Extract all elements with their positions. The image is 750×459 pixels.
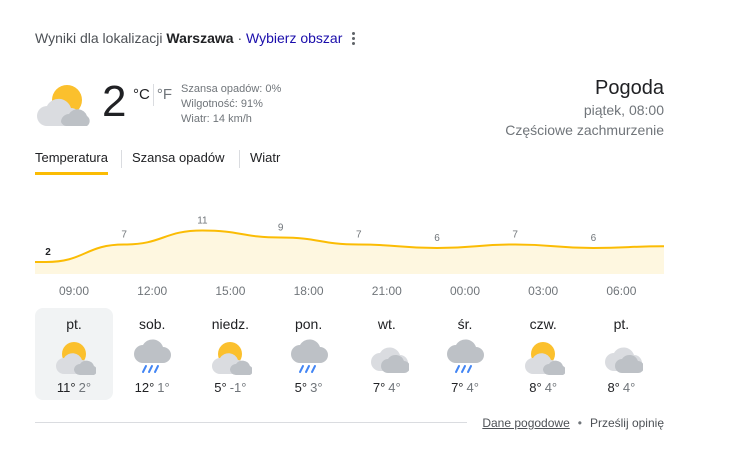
more-options-icon[interactable] xyxy=(346,30,360,48)
weather-title: Pogoda xyxy=(595,77,664,99)
partly-cloudy-icon xyxy=(37,85,90,126)
location-name: Warszawa xyxy=(166,30,234,46)
rain-icon xyxy=(447,339,484,373)
forecast-high: 7° xyxy=(372,380,386,395)
hour-tick-label: 09:00 xyxy=(58,284,90,298)
forecast-day[interactable]: pt. 8° 4° xyxy=(582,308,660,400)
forecast-day-name: pt. xyxy=(613,316,630,332)
chart-value-label: 7 xyxy=(512,230,518,241)
partly-cloudy-icon xyxy=(525,342,566,376)
humidity: Wilgotność: 91% xyxy=(181,98,263,110)
forecast-day[interactable]: czw. 8° 4° xyxy=(504,308,582,400)
forecast-day[interactable]: sob. 12° 1° xyxy=(113,308,191,400)
weather-datetime: piątek, 08:00 xyxy=(583,102,664,118)
forecast-day-name: czw. xyxy=(529,316,557,332)
forecast-high: 5° xyxy=(214,380,227,395)
location-separator: · xyxy=(237,30,243,46)
temperature-chart: 2 7 11 9 7 6 7 6 xyxy=(35,216,664,274)
forecast-day[interactable]: śr. 7° 4° xyxy=(426,308,504,400)
weather-data-link[interactable]: Dane pogodowe xyxy=(482,416,569,430)
current-details: Szansa opadów: 0% Wilgotność: 91% Wiatr:… xyxy=(181,82,281,127)
chart-value-label: 9 xyxy=(278,223,284,234)
forecast-low: 1° xyxy=(157,380,170,395)
forecast-low: -1° xyxy=(229,380,247,395)
forecast-temps: 11° 2° xyxy=(35,380,113,395)
forecast-temps: 8° 4° xyxy=(504,380,582,395)
forecast-low: 2° xyxy=(78,380,92,395)
forecast-day-name: śr. xyxy=(457,316,473,332)
unit-celsius[interactable]: °C xyxy=(133,86,150,103)
forecast-low: 4° xyxy=(388,380,401,395)
hour-tick-label: 21:00 xyxy=(371,284,402,298)
choose-area-link[interactable]: Wybierz obszar xyxy=(246,30,342,46)
hour-tick-label: 15:00 xyxy=(215,284,246,298)
tab-wind[interactable]: Wiatr xyxy=(250,150,280,165)
footer-divider xyxy=(35,422,467,423)
precipitation-chance: Szansa opadów: 0% xyxy=(181,83,282,95)
forecast-high: 12° xyxy=(134,380,155,395)
footer-separator: • xyxy=(577,416,582,430)
tab-divider xyxy=(239,150,240,168)
forecast-day-name: pon. xyxy=(294,316,323,332)
tab-precipitation[interactable]: Szansa opadów xyxy=(132,150,225,165)
forecast-temps: 5° 3° xyxy=(270,380,348,395)
tab-divider xyxy=(121,150,122,168)
weather-condition: Częściowe zachmurzenie xyxy=(505,122,664,138)
forecast-day-name: pt. xyxy=(66,316,82,332)
hour-axis: 09:00 12:00 15:00 18:00 21:00 00:00 03:00 06:00 xyxy=(35,284,664,300)
cloudy-icon xyxy=(370,347,409,373)
forecast-day-name: sob. xyxy=(138,316,166,332)
footer: Dane pogodowe • Prześlij opinię xyxy=(482,416,664,430)
unit-switch: °C °F xyxy=(133,84,172,106)
partly-cloudy-icon xyxy=(212,342,253,376)
forecast-day-name: wt. xyxy=(377,316,396,332)
daily-forecast: pt. 11° 2° sob. 12° 1° niedz. 5° -1° pon. 5° 3° wt. 7… xyxy=(35,308,664,400)
forecast-day[interactable]: pon. 5° 3° xyxy=(270,308,348,400)
forecast-temps: 8° 4° xyxy=(582,380,660,395)
hour-tick-label: 12:00 xyxy=(137,284,168,298)
forecast-temps: 5° -1° xyxy=(191,380,269,395)
forecast-temps: 12° 1° xyxy=(113,380,191,395)
rain-icon xyxy=(134,339,172,373)
hour-tick-label: 00:00 xyxy=(449,284,481,298)
forecast-day[interactable]: pt. 11° 2° xyxy=(35,308,113,400)
unit-divider xyxy=(152,84,154,106)
chart-value-label: 6 xyxy=(434,233,440,244)
forecast-high: 7° xyxy=(451,380,464,395)
chart-area xyxy=(35,230,664,274)
forecast-low: 4° xyxy=(466,380,479,395)
current-temperature: 2 xyxy=(102,77,127,126)
forecast-high: 5° xyxy=(294,380,308,395)
forecast-high: 8° xyxy=(607,380,620,395)
forecast-temps: 7° 4° xyxy=(348,380,426,395)
location-line: Wyniki dla lokalizacji Warszawa · Wybier… xyxy=(35,30,342,46)
feedback-link[interactable]: Prześlij opinię xyxy=(590,416,664,430)
rain-icon xyxy=(290,339,328,373)
forecast-low: 3° xyxy=(310,380,323,395)
forecast-day[interactable]: niedz. 5° -1° xyxy=(191,308,269,400)
forecast-low: 4° xyxy=(544,380,558,395)
chart-value-label: 6 xyxy=(591,233,597,244)
weather-header: Pogoda piątek, 08:00 Częściowe zachmurze… xyxy=(505,76,664,140)
forecast-high: 11° xyxy=(56,380,76,395)
hour-tick-label: 18:00 xyxy=(293,284,324,298)
chart-value-label: 2 xyxy=(45,247,51,258)
partly-cloudy-icon xyxy=(56,342,96,376)
forecast-day-name: niedz. xyxy=(211,316,250,332)
forecast-day[interactable]: wt. 7° 4° xyxy=(348,308,426,400)
chart-value-label: 7 xyxy=(356,230,362,241)
unit-fahrenheit[interactable]: °F xyxy=(157,86,172,103)
forecast-low: 4° xyxy=(622,380,636,395)
chart-value-label: 7 xyxy=(121,230,127,241)
chart-value-label: 11 xyxy=(197,216,208,227)
cloudy-icon xyxy=(605,347,644,373)
tab-temperature[interactable]: Temperatura xyxy=(35,150,108,175)
wind-speed: Wiatr: 14 km/h xyxy=(181,113,252,125)
hour-tick-label: 06:00 xyxy=(606,284,637,298)
forecast-high: 8° xyxy=(529,380,542,395)
forecast-temps: 7° 4° xyxy=(426,380,504,395)
hour-tick-label: 03:00 xyxy=(528,284,559,298)
location-prefix: Wyniki dla lokalizacji xyxy=(35,30,163,46)
